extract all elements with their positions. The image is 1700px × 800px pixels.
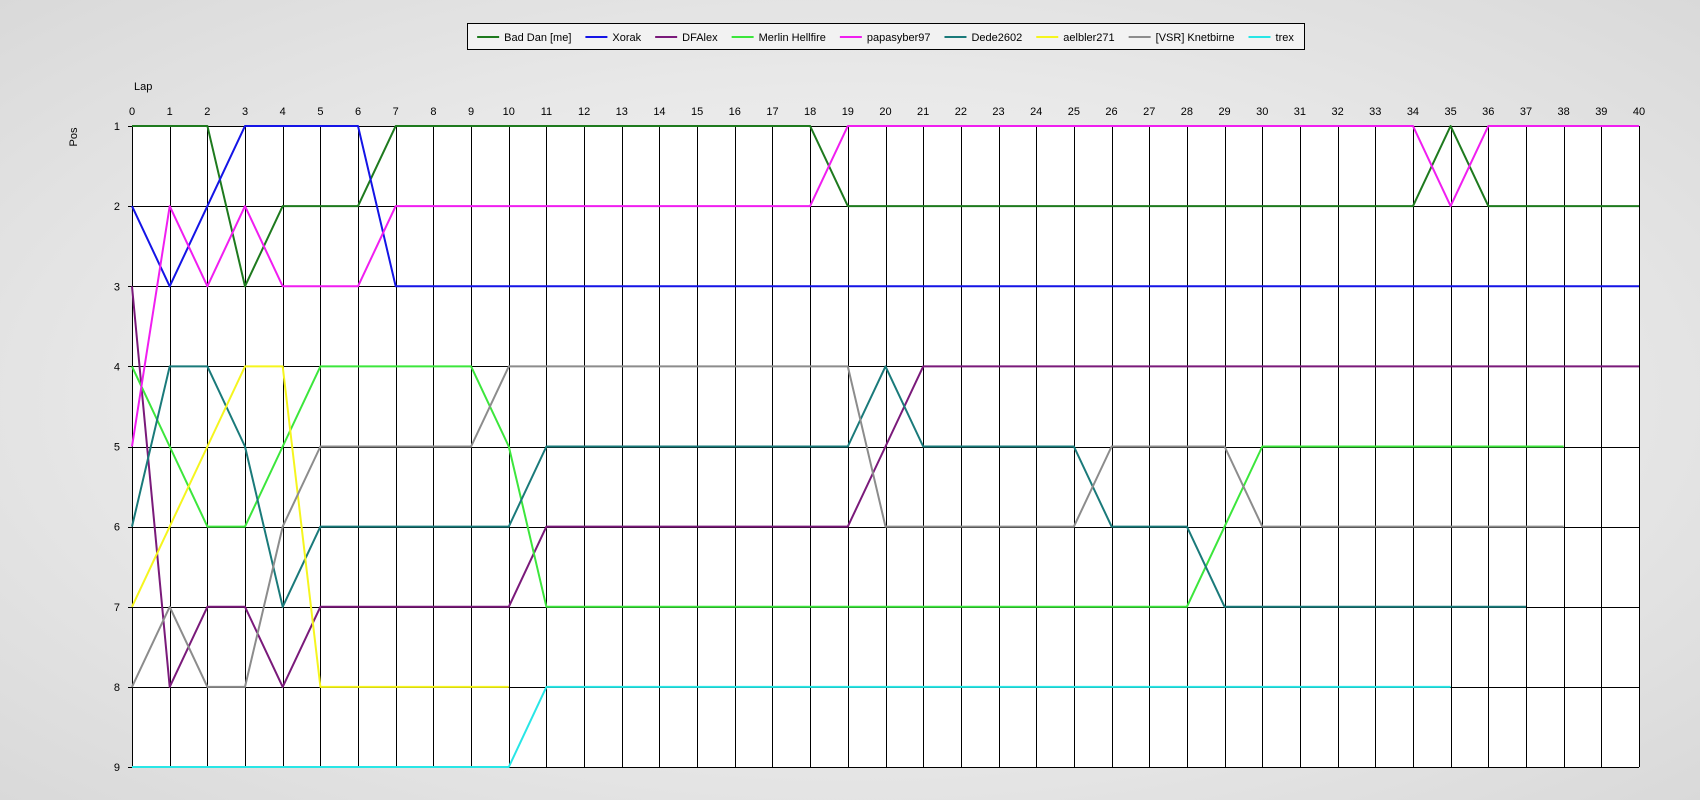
x-tick-label: 33: [1369, 106, 1381, 118]
y-tick-label: 3: [114, 281, 120, 293]
x-tick-label: 31: [1294, 106, 1306, 118]
x-tick-label: 28: [1181, 106, 1193, 118]
y-tick-label: 5: [114, 442, 120, 454]
x-tick-label: 32: [1331, 106, 1343, 118]
legend-label: trex: [1276, 32, 1295, 44]
x-tick-label: 5: [317, 106, 323, 118]
x-tick-label: 36: [1482, 106, 1494, 118]
y-tick-label: 8: [114, 682, 120, 694]
x-tick-label: 10: [503, 106, 515, 118]
y-tick-label: 9: [114, 762, 120, 774]
x-tick-label: 1: [167, 106, 173, 118]
y-tick-label: 6: [114, 522, 120, 534]
x-tick-label: 37: [1520, 106, 1532, 118]
x-tick-label: 11: [541, 106, 552, 118]
y-tick-label: 7: [114, 602, 120, 614]
legend-label: DFAlex: [682, 32, 718, 44]
legend-label: aelbler271: [1063, 32, 1114, 44]
x-tick-label: 17: [766, 106, 778, 118]
x-tick-label: 18: [804, 106, 816, 118]
y-tick-label: 4: [114, 361, 120, 373]
x-tick-label: 40: [1633, 106, 1645, 118]
y-tick-label: 2: [114, 201, 120, 213]
x-tick-label: 12: [578, 106, 590, 118]
x-tick-label: 3: [242, 106, 248, 118]
y-axis-label: Pos: [68, 127, 80, 146]
x-tick-label: 0: [129, 106, 135, 118]
x-tick-label: 4: [280, 106, 286, 118]
x-axis-ticks: 0 1 2 3 4 5 6 7 8 9 10 11 12 13 14 15 16 17 18 19 20 21 22 23 24…: [129, 106, 1645, 118]
x-tick-label: 2: [204, 106, 210, 118]
x-axis-label: Lap: [134, 81, 152, 93]
x-tick-label: 9: [468, 106, 474, 118]
x-tick-label: 15: [691, 106, 703, 118]
x-tick-label: 34: [1407, 106, 1419, 118]
x-tick-label: 14: [653, 106, 665, 118]
legend-label: Merlin Hellfire: [759, 32, 826, 44]
x-tick-label: 35: [1445, 106, 1457, 118]
x-tick-label: 22: [955, 106, 967, 118]
x-tick-label: 30: [1256, 106, 1268, 118]
legend-label: papasyber97: [867, 32, 931, 44]
legend-label: Bad Dan [me]: [504, 32, 571, 44]
x-tick-label: 29: [1218, 106, 1230, 118]
x-tick-label: 38: [1558, 106, 1570, 118]
x-tick-label: 7: [393, 106, 399, 118]
x-tick-label: 25: [1068, 106, 1080, 118]
x-tick-label: 39: [1595, 106, 1607, 118]
x-tick-label: 27: [1143, 106, 1155, 118]
legend-label: Xorak: [612, 32, 641, 44]
y-axis-ticks: 1 2 3 4 5 6 7 8 9: [114, 121, 120, 774]
legend-label: Dede2602: [971, 32, 1022, 44]
race-position-chart: Bad Dan [me] Xorak DFAlex Merlin Hellfire pa…: [68, 23, 1645, 774]
x-tick-label: 8: [430, 106, 436, 118]
x-tick-label: 16: [729, 106, 741, 118]
x-tick-label: 6: [355, 106, 361, 118]
x-tick-label: 21: [917, 106, 929, 118]
x-tick-label: 19: [842, 106, 854, 118]
x-tick-label: 23: [992, 106, 1004, 118]
x-tick-label: 24: [1030, 106, 1042, 118]
x-tick-label: 13: [616, 106, 628, 118]
x-tick-label: 26: [1105, 106, 1117, 118]
legend-label: [VSR] Knetbirne: [1156, 32, 1235, 44]
legend: Bad Dan [me] Xorak DFAlex Merlin Hellfire pa…: [467, 23, 1305, 50]
x-tick-label: 20: [879, 106, 891, 118]
y-tick-label: 1: [114, 121, 120, 133]
